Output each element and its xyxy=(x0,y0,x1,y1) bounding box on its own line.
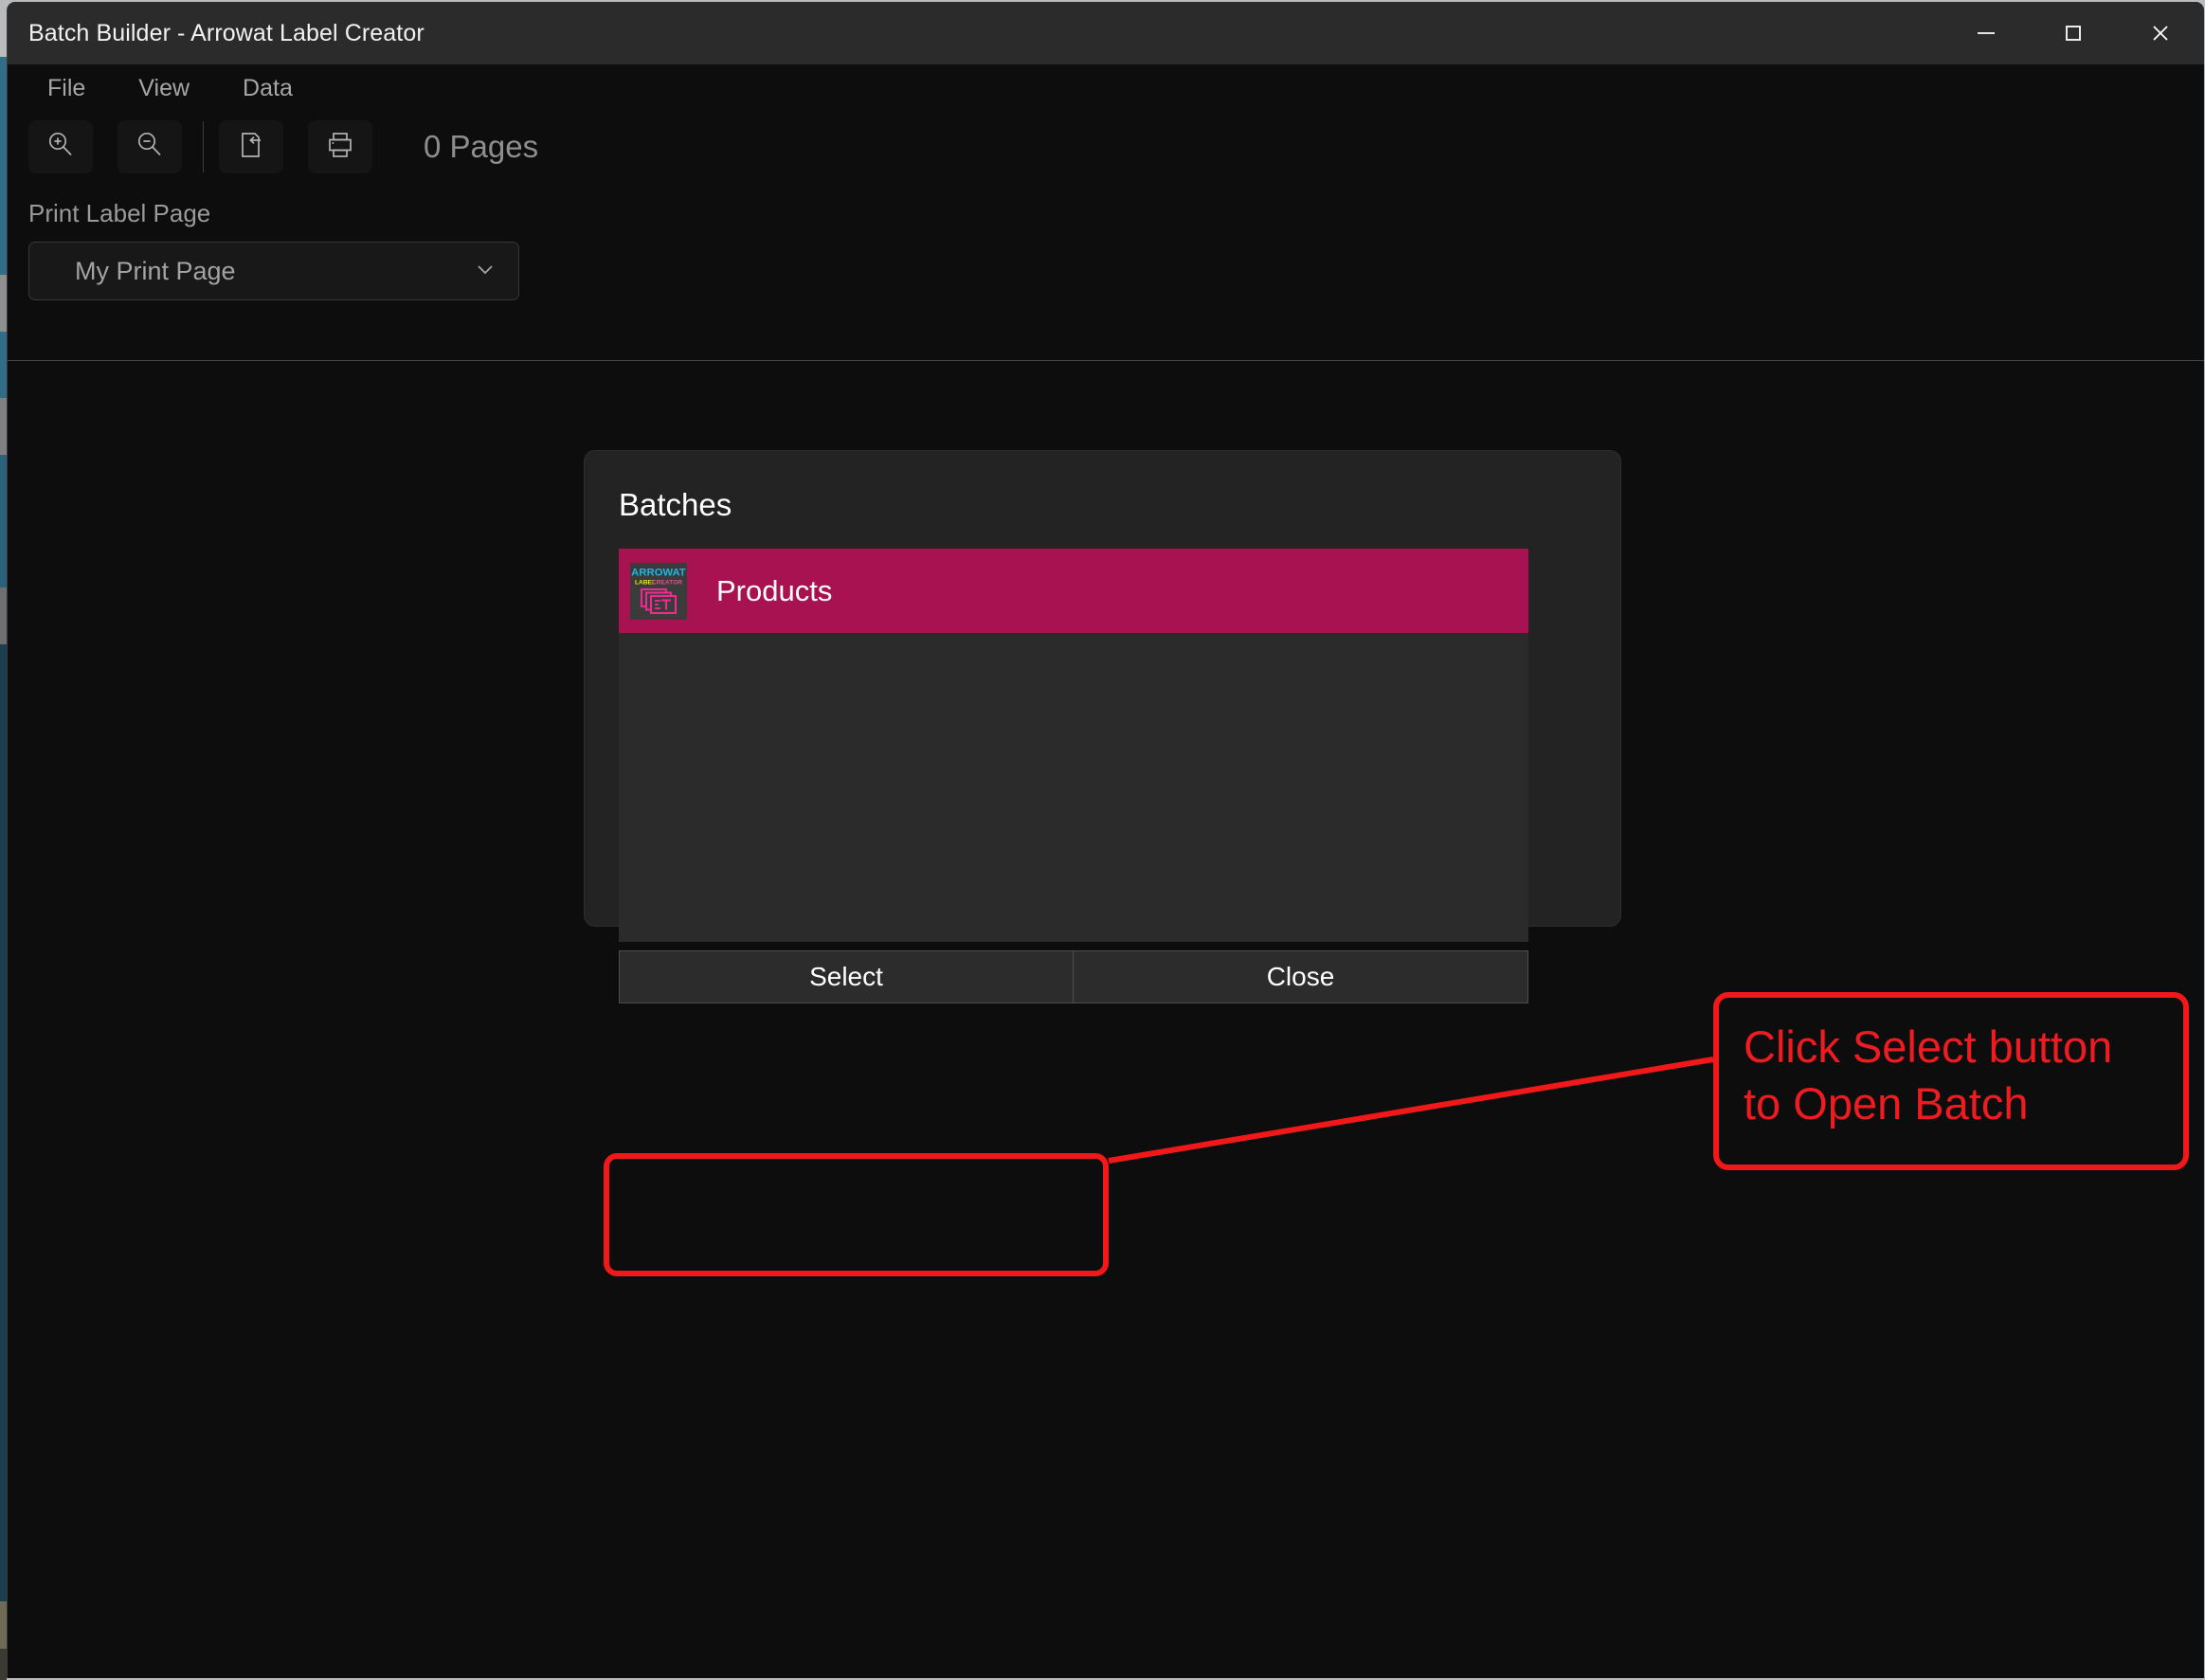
print-icon xyxy=(324,129,356,166)
batches-list[interactable]: ARROWAT LABEL CREATOR Products xyxy=(619,549,1528,942)
window-title: Batch Builder - Arrowat Label Creator xyxy=(28,19,425,46)
pages-status: 0 Pages xyxy=(424,129,539,164)
print-label-page-dropdown[interactable]: My Print Page xyxy=(28,242,519,300)
export-page-button[interactable] xyxy=(219,120,283,173)
minimize-button[interactable] xyxy=(1943,2,2030,64)
zoom-in-button[interactable] xyxy=(28,120,93,173)
zoom-out-button[interactable] xyxy=(117,120,182,173)
toolbar-divider xyxy=(203,121,204,172)
close-button[interactable] xyxy=(2117,2,2204,64)
select-button[interactable]: Select xyxy=(619,950,1074,1003)
svg-text:CREATOR: CREATOR xyxy=(652,579,682,586)
close-icon xyxy=(2148,21,2173,45)
document-canvas: Batches ARROWAT LABEL CREATOR Products S… xyxy=(8,361,2204,1678)
close-dialog-button[interactable]: Close xyxy=(1074,950,1528,1003)
menu-item-file[interactable]: File xyxy=(27,71,106,106)
desktop-background: Batch Builder - Arrowat Label Creator Fi… xyxy=(0,0,2205,1680)
menu-item-view[interactable]: View xyxy=(117,71,210,106)
background-window-strip xyxy=(0,57,7,1680)
application-window: Batch Builder - Arrowat Label Creator Fi… xyxy=(7,2,2204,1678)
print-label-page-value: My Print Page xyxy=(75,256,236,285)
dialog-button-row: Select Close xyxy=(619,950,1528,1003)
zoom-out-icon xyxy=(134,129,166,166)
title-bar: Batch Builder - Arrowat Label Creator xyxy=(8,2,2204,64)
print-label-page-label: Print Label Page xyxy=(28,199,211,227)
zoom-in-icon xyxy=(45,129,77,166)
maximize-icon xyxy=(2061,21,2086,45)
window-controls xyxy=(1943,2,2204,64)
dialog-title: Batches xyxy=(619,487,732,522)
export-page-icon xyxy=(235,129,267,166)
menu-bar: File View Data xyxy=(8,64,2204,112)
arrowat-label-creator-icon: ARROWAT LABEL CREATOR xyxy=(630,562,687,620)
chevron-down-icon xyxy=(473,257,497,286)
menu-item-data[interactable]: Data xyxy=(222,71,314,106)
maximize-button[interactable] xyxy=(2030,2,2117,64)
print-button[interactable] xyxy=(308,120,372,173)
list-item[interactable]: ARROWAT LABEL CREATOR Products xyxy=(619,549,1528,633)
toolbar: 0 Pages xyxy=(8,112,2204,182)
svg-text:ARROWAT: ARROWAT xyxy=(631,567,686,578)
list-item-label: Products xyxy=(716,573,833,607)
print-label-page-section: Print Label Page My Print Page xyxy=(8,182,2204,300)
minimize-icon xyxy=(1974,21,1998,45)
batches-dialog: Batches ARROWAT LABEL CREATOR Products S… xyxy=(584,450,1621,1003)
